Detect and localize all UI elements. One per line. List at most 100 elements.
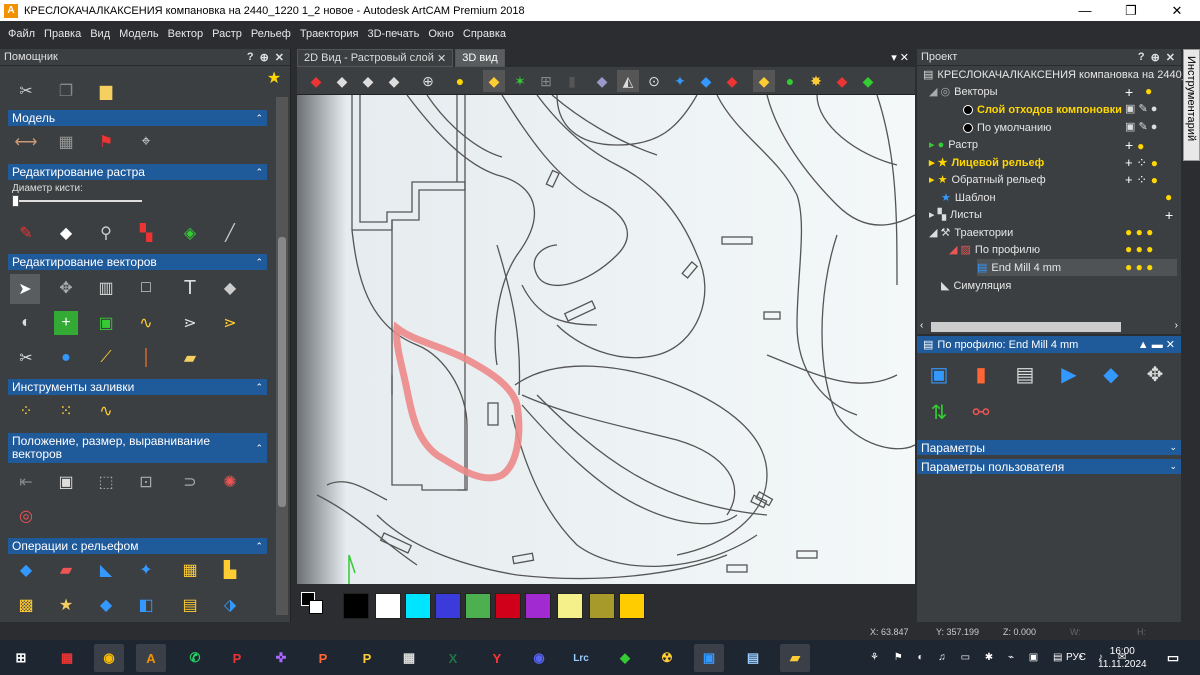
favorite-star-icon[interactable]: ★ <box>262 66 286 90</box>
menu-window[interactable]: Окно <box>428 28 454 40</box>
menu-help[interactable]: Справка <box>463 28 506 40</box>
close-panel-button[interactable]: ✕ <box>275 51 284 64</box>
material-setup-icon[interactable]: ◆ <box>1097 360 1125 388</box>
pencil-icon[interactable]: ✎ <box>14 221 38 245</box>
material-icon[interactable]: ◆ <box>591 70 613 92</box>
swatch-light-yellow[interactable] <box>557 593 583 619</box>
close-button[interactable]: ✕ <box>1154 3 1200 19</box>
section-position-align[interactable]: Положение, размер, выравнивание векторов… <box>8 433 267 463</box>
params-section[interactable]: Параметры ⌄ <box>917 440 1181 455</box>
eyedropper-icon[interactable]: ⚲ <box>94 221 118 245</box>
sheet-red-icon[interactable]: ◆ <box>721 70 743 92</box>
section-model[interactable]: Модель ⌃ <box>8 110 267 126</box>
app-p2-icon[interactable]: P <box>308 644 338 672</box>
merge-icon[interactable]: ▣ <box>94 311 118 335</box>
tree-vectors[interactable]: ◢ ◎ Векторы <box>929 83 998 100</box>
menu-3d-print[interactable]: 3D-печать <box>368 28 420 40</box>
menu-raster[interactable]: Растр <box>212 28 242 40</box>
helper-scroll-thumb[interactable] <box>278 237 286 507</box>
fill-path-icon[interactable]: ∿ <box>94 399 118 423</box>
light-bulb-icon[interactable]: ● <box>449 70 471 92</box>
menu-model[interactable]: Модель <box>119 28 158 40</box>
lock-icon-2[interactable]: ▣ ✎ ● <box>1125 120 1157 133</box>
app-stack-icon[interactable]: ◆ <box>610 644 640 672</box>
nest-icon[interactable]: ▣ <box>54 470 78 494</box>
transform-view-icon[interactable]: ⊞ <box>535 70 557 92</box>
viewport-menu[interactable]: ▾ ✕ <box>891 51 909 64</box>
arc-icon[interactable]: ⟋ <box>94 346 118 370</box>
helper-scrollbar[interactable] <box>276 97 288 615</box>
project-help-button[interactable]: ? <box>1138 51 1145 64</box>
project-close-button[interactable]: ✕ <box>1166 51 1175 64</box>
join-icon[interactable]: ⋗ <box>178 311 202 335</box>
tree-simulation[interactable]: ◣ Симуляция <box>941 277 1011 294</box>
simulate-icon[interactable]: ▶ <box>1055 360 1083 388</box>
project-hscroll-thumb[interactable] <box>931 322 1121 332</box>
windows-start-icon[interactable]: ⊞ <box>6 644 36 672</box>
vector-drawing[interactable] <box>297 95 915 584</box>
tree-project-root[interactable]: ▤ КРЕСЛОКАЧАЛКАКСЕНИЯ компановка на 2440_ <box>923 66 1188 83</box>
view-right-icon[interactable]: ◆ <box>383 70 405 92</box>
folder-star-icon[interactable]: ▰ <box>178 346 202 370</box>
rectangle-icon[interactable]: □ <box>134 276 158 300</box>
project-hscrollbar[interactable]: ‹ › <box>917 320 1181 334</box>
profile-visibility-icon[interactable]: ● ● ● <box>1125 242 1153 256</box>
toolbox-side-tab[interactable]: Инструментарий <box>1183 49 1200 161</box>
menu-view[interactable]: Вид <box>90 28 110 40</box>
discord-icon[interactable]: ◉ <box>524 644 554 672</box>
copy-icon[interactable]: ❐ <box>54 79 78 103</box>
transform-icon[interactable]: ✥ <box>54 276 78 300</box>
model-size-icon[interactable]: ⟷ <box>14 130 38 154</box>
add-back-relief-icon[interactable]: + ⁘ ● <box>1125 172 1158 188</box>
app-p3-icon[interactable]: P <box>352 644 382 672</box>
add-relief-icon[interactable]: + ⁘ ● <box>1125 155 1158 171</box>
origin-icon[interactable]: ⌖ <box>134 130 158 154</box>
swatch-blue[interactable] <box>435 593 461 619</box>
add-sheet-icon[interactable]: + <box>1165 207 1173 223</box>
add-raster-icon[interactable]: + ● <box>1125 137 1144 153</box>
user-params-section[interactable]: Параметры пользователя ⌄ <box>917 459 1181 474</box>
template-visibility-icon[interactable]: ● <box>1165 190 1172 204</box>
simulation-icon[interactable]: ⊙ <box>643 70 665 92</box>
lightroom-icon[interactable]: Lrc <box>566 644 596 672</box>
mirror-icon[interactable]: ⎮ <box>134 346 158 370</box>
swatch-black[interactable] <box>343 593 369 619</box>
relief-stamp-icon[interactable]: ▙ <box>218 558 242 582</box>
align-icon[interactable]: ⇤ <box>14 470 38 494</box>
tree-waste-layer[interactable]: Слой отходов компоновки <box>963 101 1122 118</box>
relief-offset-icon[interactable]: ⬗ <box>218 593 242 617</box>
tree-back-relief[interactable]: ▸ ★ Обратный рельеф <box>929 171 1046 188</box>
select-arrow-icon[interactable]: ➤ <box>10 274 40 304</box>
notes-icon[interactable]: ▤ <box>1011 360 1039 388</box>
app-p-icon[interactable]: P <box>222 644 252 672</box>
fill-pattern-icon[interactable]: ⁘ <box>14 399 38 423</box>
text-icon[interactable]: T <box>178 276 202 300</box>
app-icon-1[interactable]: ▦ <box>52 644 82 672</box>
fill-grid-icon[interactable]: ⁙ <box>54 399 78 423</box>
move-toolpath-icon[interactable]: ✥ <box>1141 360 1169 388</box>
section-relief-ops[interactable]: Операции с рельефом ⌃ <box>8 538 267 554</box>
lock-icon[interactable]: ▣ ✎ ● <box>1125 102 1157 115</box>
extend-icon[interactable]: ⋗ <box>218 311 242 335</box>
fill-bucket-icon[interactable]: ◆ <box>54 221 78 245</box>
relief-clipart-icon[interactable]: ★ <box>54 593 78 617</box>
app-radiation-icon[interactable]: ☢ <box>652 644 682 672</box>
array-icon[interactable]: ✺ <box>218 470 242 494</box>
help-button[interactable]: ? <box>247 51 254 64</box>
view-iso-red-icon[interactable]: ◆ <box>305 70 327 92</box>
relief-texture-icon[interactable]: ▦ <box>178 558 202 582</box>
offset-icon[interactable]: ⊃ <box>178 470 202 494</box>
sheet-icon[interactable]: ◆ <box>695 70 717 92</box>
axes-icon[interactable]: ✶ <box>509 70 531 92</box>
swatch-green[interactable] <box>465 593 491 619</box>
mesh-icon[interactable]: ▥ <box>94 276 118 300</box>
artcam-icon[interactable]: A <box>136 644 166 672</box>
toolpath-view-icon[interactable]: ◭ <box>617 70 639 92</box>
system-tray-icons[interactable]: ⚘ ⚑ ◐ ♫ ▭ ✱ ⌁ ▣ ▤ ◔ ♪ ✉ <box>870 640 1132 675</box>
gradient-icon[interactable]: ◆ <box>857 70 879 92</box>
shaded-icon[interactable]: ● <box>779 70 801 92</box>
rotate-icon[interactable]: ⊡ <box>134 470 158 494</box>
remote-desktop-icon[interactable]: ▤ <box>738 644 768 672</box>
relief-block-icon[interactable]: ▩ <box>14 593 38 617</box>
transform-toolpath-icon[interactable]: ⇅ <box>925 398 953 426</box>
